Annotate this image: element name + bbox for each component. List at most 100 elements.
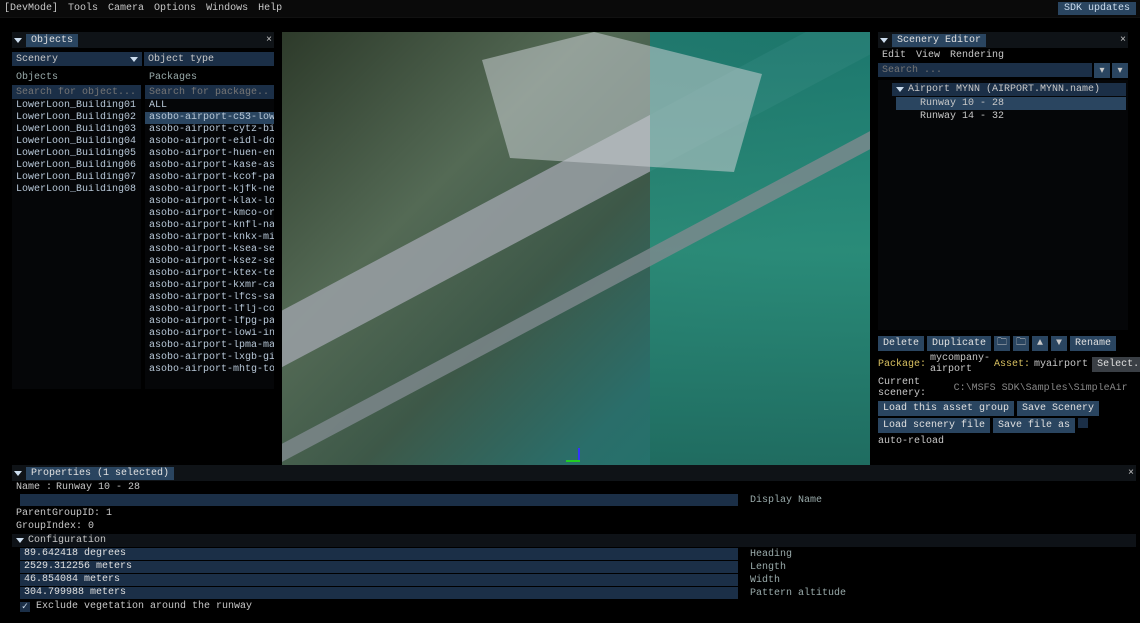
package-list-item[interactable]: asobo-airport-kcof-patric — [145, 172, 274, 184]
packages-heading: Packages — [145, 70, 274, 85]
auto-reload-label: auto-reload — [878, 436, 944, 447]
collapse-icon[interactable] — [880, 38, 888, 43]
load-scenery-file-button[interactable]: Load scenery file — [878, 418, 990, 433]
collapse-icon[interactable] — [14, 471, 22, 476]
object-list-item[interactable]: LowerLoon_Building01 — [12, 100, 141, 112]
folder-icon[interactable]: 🗀 — [994, 336, 1010, 351]
package-list-item[interactable]: asobo-airport-lowi-innsbr — [145, 328, 274, 340]
tree-child-label: Runway 14 - 32 — [920, 111, 1004, 122]
close-icon[interactable]: × — [1128, 468, 1134, 479]
properties-panel: Properties (1 selected) × Name : Runway … — [12, 465, 1136, 613]
package-list-item[interactable]: asobo-airport-eidl-donega — [145, 136, 274, 148]
chevron-down-icon — [130, 57, 138, 62]
property-label: Heading — [750, 549, 792, 560]
menu-help[interactable]: Help — [258, 3, 282, 14]
editor-menu-edit[interactable]: Edit — [882, 50, 906, 61]
package-list-item[interactable]: asobo-airport-lfcs-saucat — [145, 292, 274, 304]
editor-menu-rendering[interactable]: Rendering — [950, 50, 1004, 61]
package-list-item[interactable]: asobo-airport-kjfk-new-yo — [145, 184, 274, 196]
package-list-item[interactable]: asobo-airport-ksea-seattl — [145, 244, 274, 256]
filter2-icon[interactable]: ▾ — [1112, 63, 1128, 78]
asset-value: myairport — [1034, 359, 1088, 370]
tree-child-runway[interactable]: Runway 10 - 28 — [896, 97, 1126, 110]
package-list[interactable]: ALLasobo-airport-c53-lowerloasobo-airpor… — [145, 99, 274, 389]
package-list-item[interactable]: asobo-airport-lxgb-gibral — [145, 352, 274, 364]
object-search-input[interactable] — [12, 85, 141, 99]
auto-reload-checkbox[interactable] — [1078, 418, 1088, 428]
configuration-section[interactable]: Configuration — [12, 534, 1136, 547]
down-icon[interactable]: ▼ — [1051, 336, 1067, 351]
object-list-item[interactable]: LowerLoon_Building07 — [12, 172, 141, 184]
menu-windows[interactable]: Windows — [206, 3, 248, 14]
object-list-item[interactable]: LowerLoon_Building08 — [12, 184, 141, 196]
menu-options[interactable]: Options — [154, 3, 196, 14]
display-name-label: Display Name — [750, 495, 822, 506]
up-icon[interactable]: ▲ — [1032, 336, 1048, 351]
objects-panel: Objects × Scenery Object type Objects Lo… — [12, 32, 274, 389]
viewport-3d[interactable] — [282, 32, 870, 470]
exclude-vegetation-checkbox[interactable]: ✓ — [20, 602, 30, 612]
package-list-item[interactable]: asobo-airport-ksez-sedona — [145, 256, 274, 268]
editor-search-input[interactable] — [878, 63, 1092, 77]
package-search-input[interactable] — [145, 85, 274, 99]
property-label: Length — [750, 562, 786, 573]
select-asset-button[interactable]: Select... — [1092, 357, 1140, 372]
property-value-input[interactable]: 2529.312256 meters — [20, 561, 738, 573]
package-list-item[interactable]: asobo-airport-huen-entebb — [145, 148, 274, 160]
object-list-item[interactable]: LowerLoon_Building04 — [12, 136, 141, 148]
close-icon[interactable]: × — [266, 35, 272, 46]
current-scenery-label: Current scenery: — [878, 377, 950, 399]
collapse-icon[interactable] — [14, 38, 22, 43]
object-list-item[interactable]: LowerLoon_Building02 — [12, 112, 141, 124]
package-list-item[interactable]: asobo-airport-mhtg-toncon — [145, 364, 274, 376]
package-list-item[interactable]: asobo-airport-knkx-mirama — [145, 232, 274, 244]
property-value-input[interactable]: 304.799988 meters — [20, 587, 738, 599]
save-scenery-button[interactable]: Save Scenery — [1017, 401, 1099, 416]
package-list-item[interactable]: asobo-airport-lpma-madeir — [145, 340, 274, 352]
menubar: [DevMode] Tools Camera Options Windows H… — [0, 0, 1140, 18]
save-file-as-button[interactable]: Save file as — [993, 418, 1075, 433]
scenery-combo[interactable]: Scenery — [12, 52, 142, 66]
package-list-item[interactable]: asobo-airport-kase-aspen- — [145, 160, 274, 172]
menu-tools[interactable]: Tools — [68, 3, 98, 14]
rename-button[interactable]: Rename — [1070, 336, 1116, 351]
package-list-item[interactable]: asobo-airport-cytz-billy- — [145, 124, 274, 136]
object-type-combo[interactable]: Object type — [144, 52, 274, 66]
package-label: Package: — [878, 359, 926, 370]
load-asset-button[interactable]: Load this asset group — [878, 401, 1014, 416]
expand-icon — [16, 538, 24, 543]
tree-root-label: Airport MYNN (AIRPORT.MYNN.name) — [908, 84, 1100, 95]
tree-child-runway[interactable]: Runway 14 - 32 — [896, 110, 1126, 123]
object-list[interactable]: LowerLoon_Building01LowerLoon_Building02… — [12, 99, 141, 389]
package-list-item[interactable]: asobo-airport-kxmr-cap-ca — [145, 280, 274, 292]
menu-camera[interactable]: Camera — [108, 3, 144, 14]
filter-icon[interactable]: ▾ — [1094, 63, 1110, 78]
devmode-label[interactable]: [DevMode] — [4, 3, 58, 14]
close-icon[interactable]: × — [1120, 35, 1126, 46]
package-list-item[interactable]: asobo-airport-kmco-orland — [145, 208, 274, 220]
package-list-item[interactable]: asobo-airport-knfl-nas-fa — [145, 220, 274, 232]
delete-button[interactable]: Delete — [878, 336, 924, 351]
duplicate-button[interactable]: Duplicate — [927, 336, 991, 351]
package-list-item[interactable]: asobo-airport-ktex-tellur — [145, 268, 274, 280]
exclude-vegetation-label: Exclude vegetation around the runway — [36, 601, 252, 612]
property-value-input[interactable]: 89.642418 degrees — [20, 548, 738, 560]
object-list-item[interactable]: LowerLoon_Building03 — [12, 124, 141, 136]
expand-icon — [896, 87, 904, 92]
display-name-input[interactable] — [20, 494, 738, 506]
property-value-input[interactable]: 46.854084 meters — [20, 574, 738, 586]
package-list-item[interactable]: asobo-airport-lflj-courch — [145, 304, 274, 316]
editor-menu-view[interactable]: View — [916, 50, 940, 61]
asset-label: Asset: — [994, 359, 1030, 370]
package-list-item[interactable]: ALL — [145, 100, 274, 112]
folder2-icon[interactable]: 🗀 — [1013, 336, 1029, 351]
object-list-item[interactable]: LowerLoon_Building06 — [12, 160, 141, 172]
tree-root-airport[interactable]: Airport MYNN (AIRPORT.MYNN.name) — [892, 83, 1126, 96]
object-list-item[interactable]: LowerLoon_Building05 — [12, 148, 141, 160]
package-list-item[interactable]: asobo-airport-lfpg-paris- — [145, 316, 274, 328]
sdk-updates[interactable]: SDK updates — [1058, 2, 1136, 15]
package-list-item[interactable]: asobo-airport-c53-lowerlo — [145, 112, 274, 124]
package-list-item[interactable]: asobo-airport-klax-losang — [145, 196, 274, 208]
configuration-label: Configuration — [28, 535, 106, 546]
axis-gizmo[interactable] — [572, 448, 586, 462]
